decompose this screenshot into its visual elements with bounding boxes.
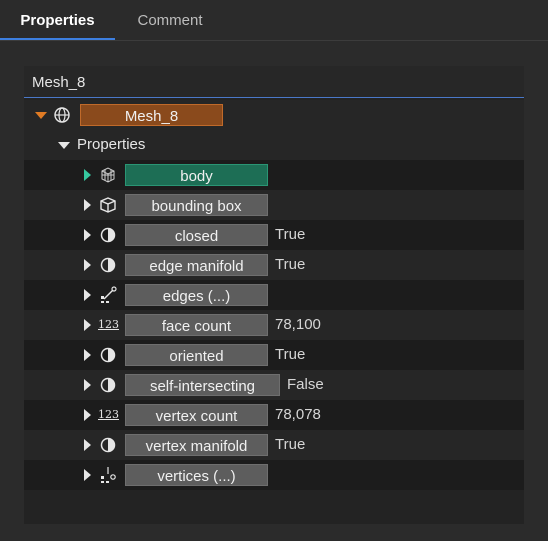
edges-icon: [98, 285, 118, 305]
property-value: True: [275, 226, 306, 243]
tree-row[interactable]: vertices (...): [24, 460, 524, 490]
tree-row[interactable]: oriented True: [24, 340, 524, 370]
expand-arrow-icon[interactable]: [84, 289, 91, 301]
number-icon: 123: [98, 318, 119, 331]
expand-arrow-icon[interactable]: [84, 439, 91, 451]
property-value: True: [275, 346, 306, 363]
half-circle-icon: [98, 255, 118, 275]
tree-row[interactable]: edge manifold True: [24, 250, 524, 280]
expand-arrow-icon[interactable]: [84, 319, 91, 331]
expand-arrow-icon[interactable]: [84, 229, 91, 241]
half-circle-icon: [98, 225, 118, 245]
group-label: Properties: [77, 136, 146, 153]
property-label[interactable]: vertices (...): [125, 464, 268, 486]
tree-row[interactable]: body: [24, 160, 524, 190]
property-label[interactable]: oriented: [125, 344, 268, 366]
property-value: 78,078: [275, 406, 321, 423]
property-value: True: [275, 256, 306, 273]
expand-arrow-icon[interactable]: [84, 199, 91, 211]
number-icon: 123: [98, 408, 119, 421]
property-value: True: [275, 436, 306, 453]
tree-row[interactable]: 123 face count 78,100: [24, 310, 524, 340]
expand-arrow-icon[interactable]: [35, 112, 47, 119]
tree-row-root[interactable]: Mesh_8: [24, 100, 524, 130]
property-value: 78,100: [275, 316, 321, 333]
property-label[interactable]: face count: [125, 314, 268, 336]
property-label[interactable]: bounding box: [125, 194, 268, 216]
tree-row[interactable]: vertex manifold True: [24, 430, 524, 460]
globe-icon: [54, 107, 70, 123]
mesh-icon: [98, 165, 118, 185]
half-circle-icon: [98, 435, 118, 455]
tree-row[interactable]: bounding box: [24, 190, 524, 220]
expand-arrow-icon[interactable]: [84, 349, 91, 361]
property-label[interactable]: self-intersecting: [125, 374, 280, 396]
vertices-icon: [98, 465, 118, 485]
tree-row[interactable]: edges (...): [24, 280, 524, 310]
property-label[interactable]: closed: [125, 224, 268, 246]
tab-bar: Properties Comment: [0, 0, 548, 41]
expand-arrow-icon[interactable]: [84, 469, 91, 481]
tab-comment[interactable]: Comment: [115, 0, 225, 40]
expand-arrow-icon[interactable]: [84, 259, 91, 271]
tree-row[interactable]: 123 vertex count 78,078: [24, 400, 524, 430]
half-circle-icon: [98, 345, 118, 365]
property-value: False: [287, 376, 324, 393]
property-label[interactable]: edge manifold: [125, 254, 268, 276]
expand-arrow-icon[interactable]: [84, 169, 91, 181]
expand-arrow-icon[interactable]: [84, 409, 91, 421]
tree-row[interactable]: self-intersecting False: [24, 370, 524, 400]
panel-title: Mesh_8: [24, 66, 524, 98]
tab-properties[interactable]: Properties: [0, 0, 115, 40]
property-label[interactable]: vertex count: [125, 404, 268, 426]
property-label[interactable]: body: [125, 164, 268, 186]
tree-row-properties-group[interactable]: Properties: [24, 130, 524, 160]
half-circle-icon: [98, 375, 118, 395]
properties-panel: Mesh_8 Mesh_8 Properties body bounding bo…: [24, 66, 524, 524]
property-label[interactable]: vertex manifold: [125, 434, 268, 456]
mesh-label[interactable]: Mesh_8: [80, 104, 223, 126]
expand-arrow-icon[interactable]: [84, 379, 91, 391]
tree-row[interactable]: closed True: [24, 220, 524, 250]
expand-arrow-icon[interactable]: [58, 142, 70, 149]
cube-icon: [98, 195, 118, 215]
property-label[interactable]: edges (...): [125, 284, 268, 306]
